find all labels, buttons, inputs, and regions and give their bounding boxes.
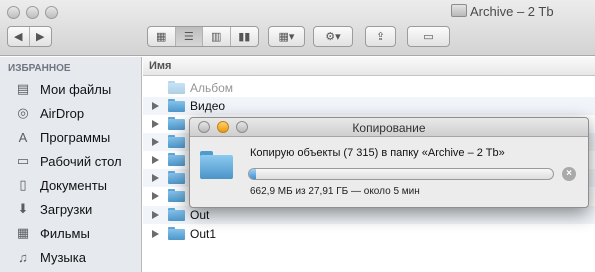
sidebar-item-downloads[interactable]: ⬇ Загрузки: [14, 199, 93, 219]
desktop-icon: ▭: [16, 153, 30, 168]
sidebar-heading: ИЗБРАННОЕ: [8, 63, 71, 74]
list-item[interactable]: Out: [143, 206, 595, 224]
zoom-window-button[interactable]: [45, 6, 58, 19]
copy-message: Копирую объекты (7 315) в папку «Archive…: [250, 147, 505, 159]
sidebar-item-label: Мои файлы: [40, 81, 112, 97]
sidebar-item-desktop[interactable]: ▭ Рабочий стол: [14, 151, 122, 171]
gear-icon: ⚙▾: [325, 31, 341, 43]
folder-icon: [168, 171, 185, 184]
folder-icon: [200, 151, 233, 179]
disclosure-triangle-icon[interactable]: [152, 102, 159, 110]
download-icon: ⬇: [17, 201, 29, 216]
documents-stack-icon: ▤: [16, 81, 30, 96]
dialog-titlebar: Копирование: [190, 118, 588, 137]
folder-icon: [168, 81, 185, 94]
airdrop-icon: ◎: [17, 105, 29, 120]
folder-icon: [168, 227, 185, 240]
close-window-button[interactable]: [7, 6, 20, 19]
arrange-button[interactable]: ▦▾: [268, 26, 305, 47]
applications-icon: A: [18, 129, 28, 145]
list-icon: ☰: [183, 31, 194, 43]
film-icon: ▦: [16, 225, 30, 240]
folder-icon: [168, 117, 185, 130]
forward-button[interactable]: ▶: [30, 27, 51, 46]
list-item[interactable]: Альбом: [143, 79, 595, 97]
sidebar-item-documents[interactable]: ▯ Документы: [14, 175, 107, 195]
sidebar-item-airdrop[interactable]: ◎ AirDrop: [14, 103, 84, 123]
list-item-label: Альбом: [190, 81, 234, 95]
folder-icon: [168, 208, 185, 221]
list-item-label: Out: [190, 208, 210, 222]
disclosure-triangle-icon[interactable]: [152, 138, 159, 146]
back-forward-control: ◀ ▶: [7, 26, 52, 47]
disclosure-triangle-icon[interactable]: [152, 156, 159, 164]
sidebar-item-label: Программы: [40, 129, 111, 145]
sidebar-item-music[interactable]: ♫ Музыка: [14, 247, 86, 267]
finder-toolbar: Archive – 2 Tb ◀ ▶ ▦ ☰ ▥ ▮▮ ▦▾ ⚙▾ ⇪ ▭: [0, 0, 595, 56]
document-icon: ▯: [19, 177, 27, 192]
disclosure-triangle-icon[interactable]: [152, 192, 159, 200]
sidebar-item-label: Загрузки: [40, 201, 93, 217]
tags-button[interactable]: ▭: [407, 26, 450, 47]
chevron-right-icon: ▶: [36, 31, 45, 43]
sidebar-item-label: AirDrop: [40, 105, 85, 121]
drive-icon: [451, 4, 467, 17]
cover-flow-icon: ▮▮: [238, 31, 251, 43]
folder-icon: [168, 135, 185, 148]
copy-progress-bar: [248, 168, 554, 180]
copy-status: 662,9 МБ из 27,91 ГБ — около 5 мин: [250, 186, 420, 197]
grid-icon: ▦: [156, 31, 167, 43]
arrange-grid-icon: ▦▾: [278, 31, 295, 43]
sidebar-item-label: Документы: [40, 177, 108, 193]
window-title: Archive – 2 Tb: [470, 4, 554, 19]
copy-dialog: Копирование Копирую объекты (7 315) в па…: [189, 117, 589, 208]
list-view-button[interactable]: ☰: [175, 27, 203, 46]
cover-flow-button[interactable]: ▮▮: [231, 27, 258, 46]
progress-fill: [249, 169, 257, 179]
back-button[interactable]: ◀: [8, 27, 30, 46]
disclosure-triangle-icon[interactable]: [152, 174, 159, 182]
name-column-label: Имя: [149, 60, 172, 72]
disclosure-triangle-icon[interactable]: [152, 230, 159, 238]
list-item-label: Видео: [190, 99, 226, 113]
sidebar: ИЗБРАННОЕ ▤ Мои файлы ◎ AirDrop A Програ…: [0, 57, 142, 272]
icon-view-button[interactable]: ▦: [148, 27, 176, 46]
column-view-button[interactable]: ▥: [203, 27, 231, 46]
sidebar-item-my-files[interactable]: ▤ Мои файлы: [14, 79, 111, 99]
sidebar-item-movies[interactable]: ▦ Фильмы: [14, 223, 90, 243]
columns-icon: ▥: [211, 31, 222, 43]
list-item[interactable]: Out1: [143, 225, 595, 243]
share-icon: ⇪: [375, 31, 386, 43]
sidebar-item-label: Фильмы: [40, 225, 90, 241]
minimize-window-button[interactable]: [26, 6, 39, 19]
share-button[interactable]: ⇪: [365, 26, 396, 47]
folder-icon: [168, 153, 185, 166]
list-column-header[interactable]: Имя: [143, 57, 595, 76]
disclosure-triangle-icon[interactable]: [152, 120, 159, 128]
sidebar-item-label: Музыка: [40, 249, 86, 265]
list-item[interactable]: Видео: [143, 97, 595, 115]
action-button[interactable]: ⚙▾: [313, 26, 353, 47]
folder-icon: [168, 99, 185, 112]
tag-icon: ▭: [423, 31, 434, 43]
sidebar-item-label: Рабочий стол: [40, 153, 122, 169]
disclosure-triangle-icon[interactable]: [152, 211, 159, 219]
folder-icon: [168, 189, 185, 202]
cancel-x-icon[interactable]: ×: [562, 167, 576, 181]
chevron-left-icon: ◀: [14, 31, 23, 43]
dialog-title: Копирование: [352, 121, 426, 135]
list-item-label: Out1: [190, 227, 217, 241]
music-icon: ♫: [18, 249, 28, 265]
sidebar-item-applications[interactable]: A Программы: [14, 127, 111, 147]
view-mode-control: ▦ ☰ ▥ ▮▮: [147, 26, 259, 47]
